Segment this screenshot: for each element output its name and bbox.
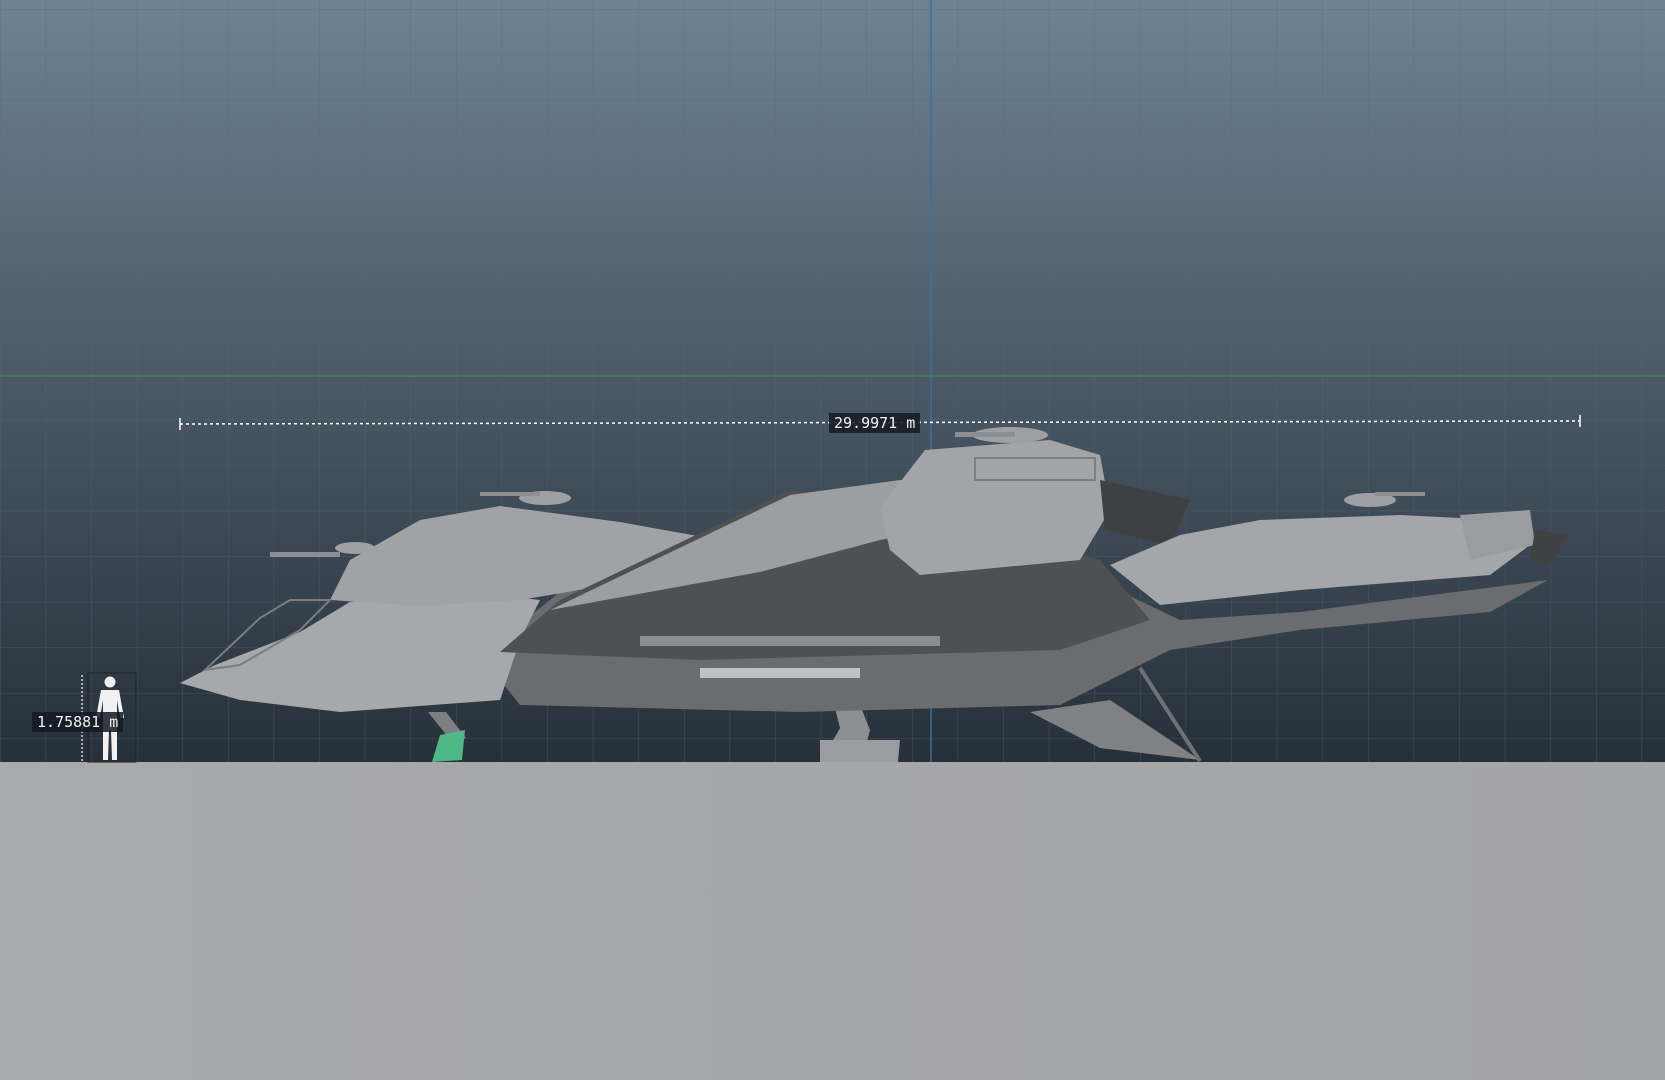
human-head [104,676,116,688]
viewport-canvas[interactable] [0,0,1665,1080]
3d-viewport[interactable]: 29.9971 m 1.75881 m [0,0,1665,1080]
hull-detail-bar [700,668,860,678]
hull-detail-bar-2 [640,636,940,646]
ship-length-label: 29.9971 m [829,413,921,433]
ground-floor [0,762,1665,1080]
human-height-label: 1.75881 m [32,712,124,732]
